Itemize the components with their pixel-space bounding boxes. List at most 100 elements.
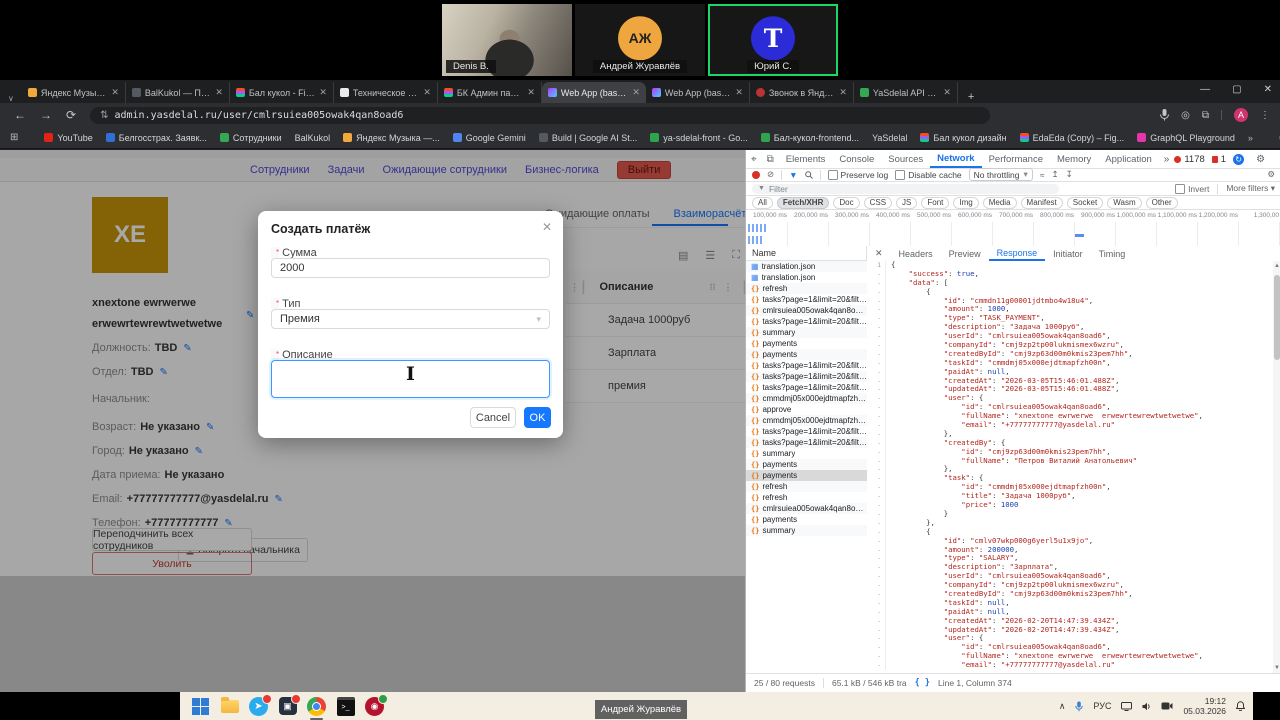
tray-speaker-icon[interactable] — [1142, 702, 1151, 711]
network-request-row[interactable]: {} payments — [746, 349, 867, 360]
network-request-row[interactable]: {}tasks?page=1&limit=20&filters%5... — [746, 360, 867, 371]
tab-close-icon[interactable]: ✕ — [735, 87, 743, 98]
notes-app-icon[interactable]: ▣ — [277, 693, 301, 717]
browser-tab-2[interactable]: Бал кукол - Figma ✕ — [230, 82, 334, 103]
more-filters-button[interactable]: More filters ▾ — [1226, 183, 1275, 194]
network-request-row[interactable]: {} payments — [746, 338, 867, 349]
bookmark-2[interactable]: Сотрудники — [219, 133, 282, 143]
network-timeline-overview[interactable]: 100,000 ms 200,000 ms 300,000 ms 400,000 ms… — [746, 210, 1280, 247]
close-button[interactable]: ✕ — [1264, 84, 1272, 95]
response-tab-response[interactable]: Response — [988, 246, 1046, 261]
clock[interactable]: 19:12 05.03.2026 — [1183, 696, 1226, 716]
notification-bell-icon[interactable] — [1236, 701, 1245, 711]
network-request-row[interactable]: {}tasks?page=1&limit=20&filters%5... — [746, 437, 867, 448]
network-request-row[interactable]: {} payments — [746, 470, 867, 481]
record-icon[interactable] — [752, 170, 760, 179]
inspect-icon[interactable]: ⌖ — [746, 154, 762, 165]
reload-button[interactable]: ⟳ — [66, 108, 76, 122]
recorder-app-icon[interactable]: ◉ — [364, 693, 388, 717]
filter-input[interactable]: ▼ Filter — [752, 183, 1059, 194]
participant-tile-yuri[interactable]: T Юрий С. — [708, 4, 838, 76]
browser-tab-3[interactable]: Техническое задани... ✕ — [334, 82, 438, 103]
search-icon[interactable] — [804, 170, 813, 179]
apps-grid-icon[interactable]: ⊞ — [10, 132, 18, 143]
network-request-row[interactable]: {}tasks?page=1&limit=20&filters%5... — [746, 426, 867, 437]
disable-cache-checkbox[interactable]: Disable cache — [895, 169, 962, 180]
bookmark-0[interactable]: YouTube — [44, 133, 93, 143]
network-request-row[interactable]: {} cmlrsuiea005owak4qan8oad6 — [746, 305, 867, 316]
tab-close-icon[interactable]: ✕ — [111, 87, 119, 98]
tab-close-icon[interactable]: ✕ — [632, 87, 640, 98]
filter-chip-fetchxhr[interactable]: Fetch/XHR — [776, 196, 830, 209]
filter-funnel-icon[interactable]: ▼ — [789, 170, 797, 180]
network-request-row[interactable]: {}tasks?page=1&limit=20&filters%5... — [746, 382, 867, 393]
filter-chip-wasm[interactable]: Wasm — [1107, 196, 1142, 209]
file-explorer-icon[interactable] — [219, 696, 240, 717]
filter-chip-css[interactable]: CSS — [863, 196, 893, 209]
tray-camera-icon[interactable] — [1161, 702, 1173, 710]
devtools-tab-application[interactable]: Application — [1098, 150, 1158, 168]
response-scrollbar[interactable]: ▲ ▼ — [1273, 261, 1280, 673]
mic-icon[interactable] — [1160, 109, 1170, 121]
participant-tile-denis[interactable]: Denis B. — [442, 4, 572, 76]
minimize-button[interactable]: — — [1200, 84, 1210, 95]
network-request-row[interactable]: {} payments — [746, 514, 867, 525]
format-json-icon[interactable]: { } — [915, 678, 930, 688]
language-indicator[interactable]: РУС — [1093, 701, 1111, 711]
ok-button[interactable]: OK — [524, 407, 551, 428]
scrollbar-thumb[interactable] — [1274, 275, 1280, 360]
filter-chip-other[interactable]: Other — [1145, 196, 1178, 209]
export-har-icon[interactable]: ↧ — [1066, 169, 1073, 180]
network-request-row[interactable]: {} refresh — [746, 492, 867, 503]
back-button[interactable]: ← — [14, 108, 26, 122]
invert-checkbox[interactable]: Invert — [1175, 183, 1209, 194]
tab-search-chevron-icon[interactable]: ∨ — [0, 94, 22, 103]
network-request-row[interactable]: {}tasks?page=1&limit=20&filters%5... — [746, 371, 867, 382]
device-toolbar-icon[interactable]: ⧉ — [762, 154, 779, 165]
bookmark-5[interactable]: Google Gemini — [452, 133, 526, 143]
browser-tab-5[interactable]: Web App (based on ... ✕ — [541, 82, 646, 103]
network-request-row[interactable]: ▦ translation.json — [746, 261, 867, 272]
participant-tile-andrey[interactable]: АЖ Андрей Журавлёв — [575, 4, 705, 76]
tab-close-icon[interactable]: ✕ — [319, 87, 327, 98]
network-request-row[interactable]: {} cmlrsuiea005owak4qan8oad6 — [746, 503, 867, 514]
network-request-row[interactable]: {} summary — [746, 525, 867, 536]
throttling-select[interactable]: No throttling ▾ — [968, 168, 1033, 181]
network-request-row[interactable]: {}tasks?page=1&limit=20&filters%5... — [746, 316, 867, 327]
browser-menu-icon[interactable]: ⋮ — [1260, 110, 1270, 121]
amount-input[interactable]: 2000 — [271, 258, 550, 278]
new-tab-button[interactable]: + — [968, 91, 974, 103]
network-request-row[interactable]: {} refresh — [746, 481, 867, 492]
tray-display-icon[interactable] — [1121, 701, 1133, 711]
network-request-row[interactable]: {} payments — [746, 459, 867, 470]
bookmark-7[interactable]: ya-sdelal-front - Go... — [650, 133, 748, 143]
tray-expand-icon[interactable]: ∧ — [1059, 701, 1066, 712]
bookmark-3[interactable]: BalKukol — [295, 133, 331, 143]
filter-chip-img[interactable]: Img — [953, 196, 979, 209]
bookmark-8[interactable]: Бал-кукол-frontend... — [760, 133, 859, 143]
tray-mic-icon[interactable] — [1075, 701, 1084, 712]
network-request-row[interactable]: {} summary — [746, 327, 867, 338]
bookmark-10[interactable]: Бал кукол дизайн — [920, 133, 1007, 143]
forward-button[interactable]: → — [40, 108, 52, 122]
site-settings-icon[interactable]: ⇅ — [100, 110, 108, 121]
warning-badge[interactable]: 1 — [1211, 154, 1226, 165]
preserve-log-checkbox[interactable]: Preserve log — [827, 169, 888, 180]
telegram-icon[interactable]: ➤ — [248, 693, 272, 717]
terminal-icon[interactable]: >_ — [335, 696, 356, 717]
tab-close-icon[interactable]: ✕ — [839, 87, 847, 98]
filter-chip-doc[interactable]: Doc — [833, 196, 860, 209]
devtools-tab-network[interactable]: Network — [930, 150, 982, 168]
browser-tab-6[interactable]: Web App (based on ...✕ — [646, 82, 750, 103]
chrome-icon[interactable] — [306, 696, 327, 720]
devtools-tab-performance[interactable]: Performance — [982, 150, 1050, 168]
network-request-row[interactable]: {} cmmdmj05x000ejdtmapfzh00n — [746, 393, 867, 404]
filter-chip-font[interactable]: Font — [921, 196, 950, 209]
response-json-viewer[interactable]: 1{‐ "success": true, ‐ "data": [‐ {‐ "id"… — [867, 261, 1273, 673]
network-settings-icon[interactable]: ⚙ — [1267, 169, 1280, 180]
devtools-settings-icon[interactable]: ⚙ — [1251, 154, 1270, 165]
response-tab-headers[interactable]: Headers — [891, 246, 941, 261]
browser-profile-avatar[interactable]: A — [1234, 108, 1248, 122]
bookmark-6[interactable]: Build | Google AI St... — [538, 133, 637, 143]
response-tab-preview[interactable]: Preview — [941, 246, 989, 261]
